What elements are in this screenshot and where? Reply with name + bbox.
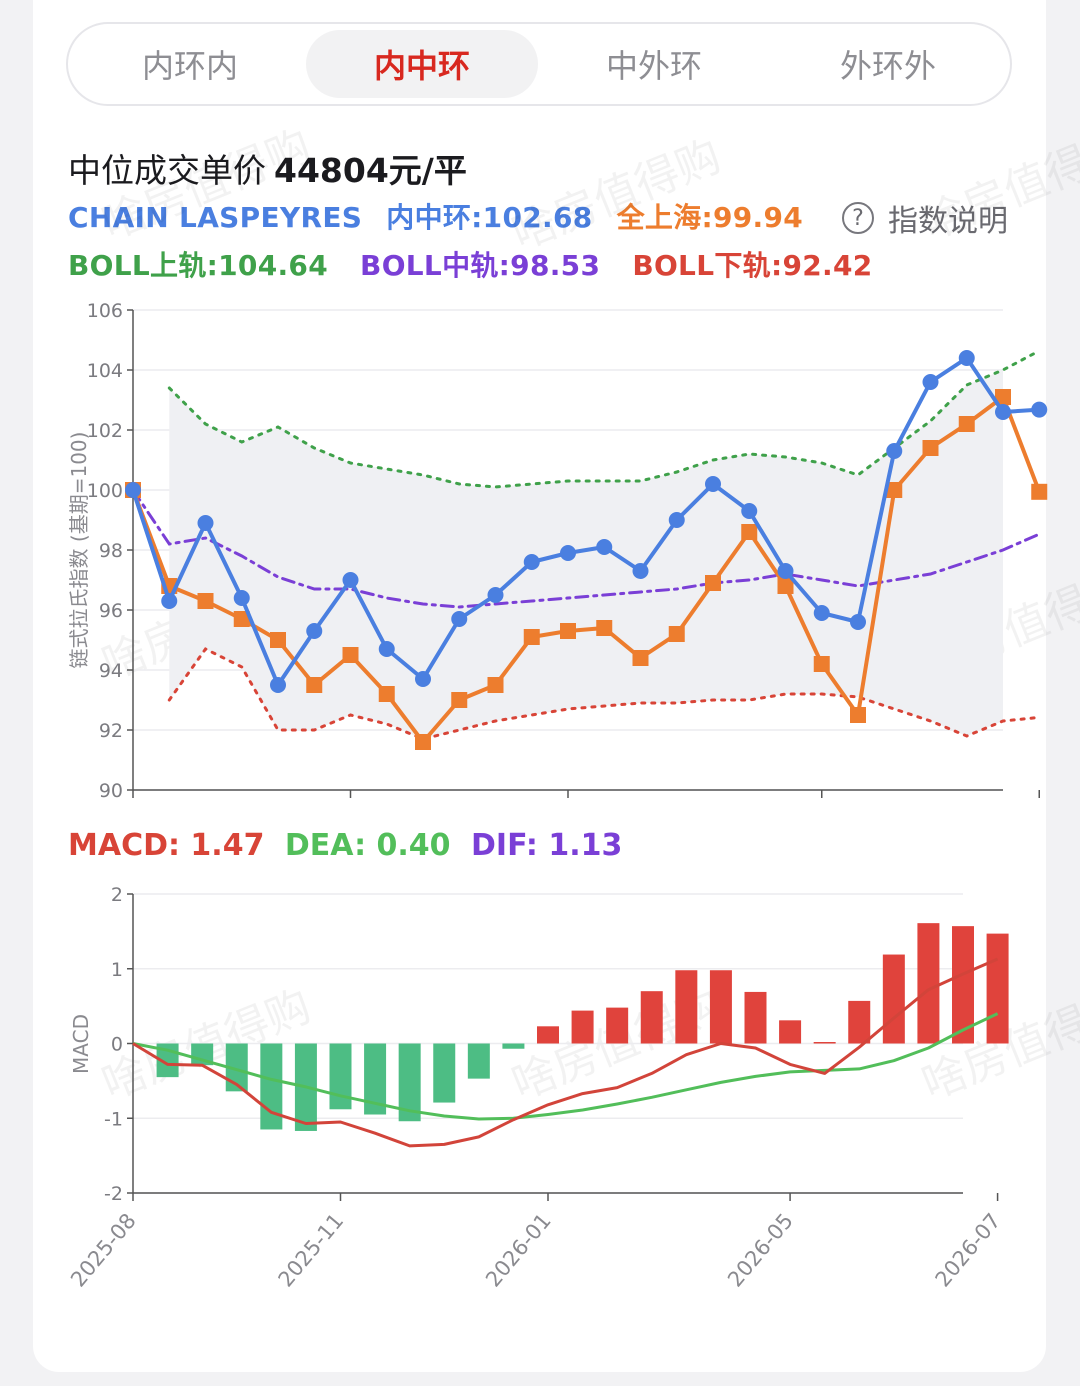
macd-bar <box>813 1042 836 1044</box>
series-inner-middle-point <box>342 572 359 588</box>
macd-bar <box>640 991 663 1044</box>
series-shanghai-point <box>378 686 395 702</box>
series-inner-middle-point <box>705 476 721 492</box>
macd-y-tick-label: 0 <box>111 1034 123 1056</box>
series-inner-middle-point <box>995 404 1011 420</box>
series-inner-middle-point <box>161 593 178 609</box>
series-inner-middle-point <box>451 611 468 627</box>
y-tick-label: 94 <box>99 660 123 682</box>
series-inner-middle-point <box>777 563 794 579</box>
series-inner-middle-point <box>596 539 613 555</box>
macd-bar <box>329 1043 352 1110</box>
macd-y-tick-label: -1 <box>104 1108 123 1130</box>
y-tick-label: 100 <box>87 480 123 502</box>
macd-bar <box>744 991 767 1044</box>
series-inner-middle-point <box>850 614 866 630</box>
y-tick-label: 98 <box>99 540 123 562</box>
macd-bar <box>882 954 905 1044</box>
y-tick-label: 102 <box>87 420 123 442</box>
macd-bar <box>917 923 940 1044</box>
series-inner-middle-point <box>125 482 141 498</box>
series-inner-middle-point <box>378 641 395 657</box>
x-tick-label: 2026-01 <box>481 1209 556 1292</box>
macd-bar <box>571 1010 594 1044</box>
y-tick-label: 104 <box>87 360 123 382</box>
series-inner-middle-point <box>233 590 250 606</box>
macd-y-tick-label: 1 <box>111 959 123 981</box>
series-shanghai-point <box>270 632 286 648</box>
series-shanghai-point <box>523 629 540 645</box>
series-inner-middle-point <box>487 587 504 603</box>
x-tick-label: 2025-08 <box>66 1209 141 1292</box>
macd-bar <box>537 1026 559 1044</box>
y-tick-label: 96 <box>99 600 123 622</box>
series-shanghai-point <box>922 440 939 456</box>
series-inner-middle-point <box>813 605 830 621</box>
series-shanghai-point <box>741 524 758 540</box>
series-inner-middle-point <box>270 677 286 693</box>
series-shanghai-point <box>596 620 613 636</box>
series-shanghai-point <box>958 416 975 432</box>
series-inner-middle-point <box>415 671 431 687</box>
series-shanghai-point <box>1031 483 1048 500</box>
series-inner-middle-point <box>1031 401 1048 418</box>
series-shanghai-point <box>813 656 830 672</box>
y-tick-label: 90 <box>99 780 123 802</box>
series-shanghai-point <box>668 626 685 642</box>
y-tick-label: 106 <box>87 300 123 322</box>
macd-bar <box>848 1000 871 1044</box>
series-shanghai-point <box>451 692 468 708</box>
macd-bar <box>606 1007 629 1044</box>
series-inner-middle-point <box>197 515 214 531</box>
macd-bar <box>433 1043 456 1103</box>
x-tick-label: 2026-07 <box>931 1209 1006 1292</box>
macd-bar <box>502 1043 525 1049</box>
x-tick-label: 2026-05 <box>723 1209 798 1292</box>
series-shanghai-point <box>850 707 866 723</box>
series-shanghai-point <box>705 575 721 591</box>
watermark-text: 啥房值得购 <box>95 120 318 250</box>
series-inner-middle-point <box>958 350 975 366</box>
watermark-text: 啥房值得购 <box>505 130 728 260</box>
macd-y-axis-label: MACD <box>69 1014 93 1074</box>
macd-bar <box>467 1043 490 1079</box>
chart-canvas: 啥房值得购啥房值得购啥房值得购啥房值得购啥房值得购啥房值得购啥房值得购啥房值得购… <box>66 120 1080 1292</box>
series-inner-middle-point <box>560 545 576 561</box>
series-shanghai-point <box>487 677 504 693</box>
series-shanghai-point <box>197 593 214 609</box>
series-inner-middle-point <box>306 623 323 639</box>
macd-bar <box>986 933 1009 1044</box>
series-inner-middle-point <box>523 554 540 570</box>
series-inner-middle-point <box>668 512 685 528</box>
watermark-text: 啥房值得购 <box>915 120 1080 250</box>
series-shanghai-point <box>560 623 576 639</box>
series-shanghai-point <box>632 650 649 666</box>
series-inner-middle-point <box>741 503 758 519</box>
series-inner-middle-point <box>886 443 903 459</box>
x-tick-label: 2025-11 <box>274 1209 349 1292</box>
series-shanghai-point <box>306 677 323 693</box>
series-shanghai-point <box>342 647 359 663</box>
boll-band-fill <box>169 370 1004 739</box>
macd-bar <box>709 970 732 1044</box>
y-tick-label: 92 <box>99 720 123 742</box>
macd-bar <box>675 970 698 1044</box>
macd-bar <box>779 1020 802 1044</box>
macd-y-tick-label: -2 <box>104 1183 123 1205</box>
y-axis-label: 链式拉氏指数 (基期=100) <box>67 432 91 669</box>
series-inner-middle-point <box>632 563 649 579</box>
macd-bar <box>260 1043 283 1130</box>
series-shanghai-point <box>415 734 431 750</box>
macd-y-tick-label: 2 <box>111 884 123 906</box>
series-inner-middle-point <box>922 374 939 390</box>
